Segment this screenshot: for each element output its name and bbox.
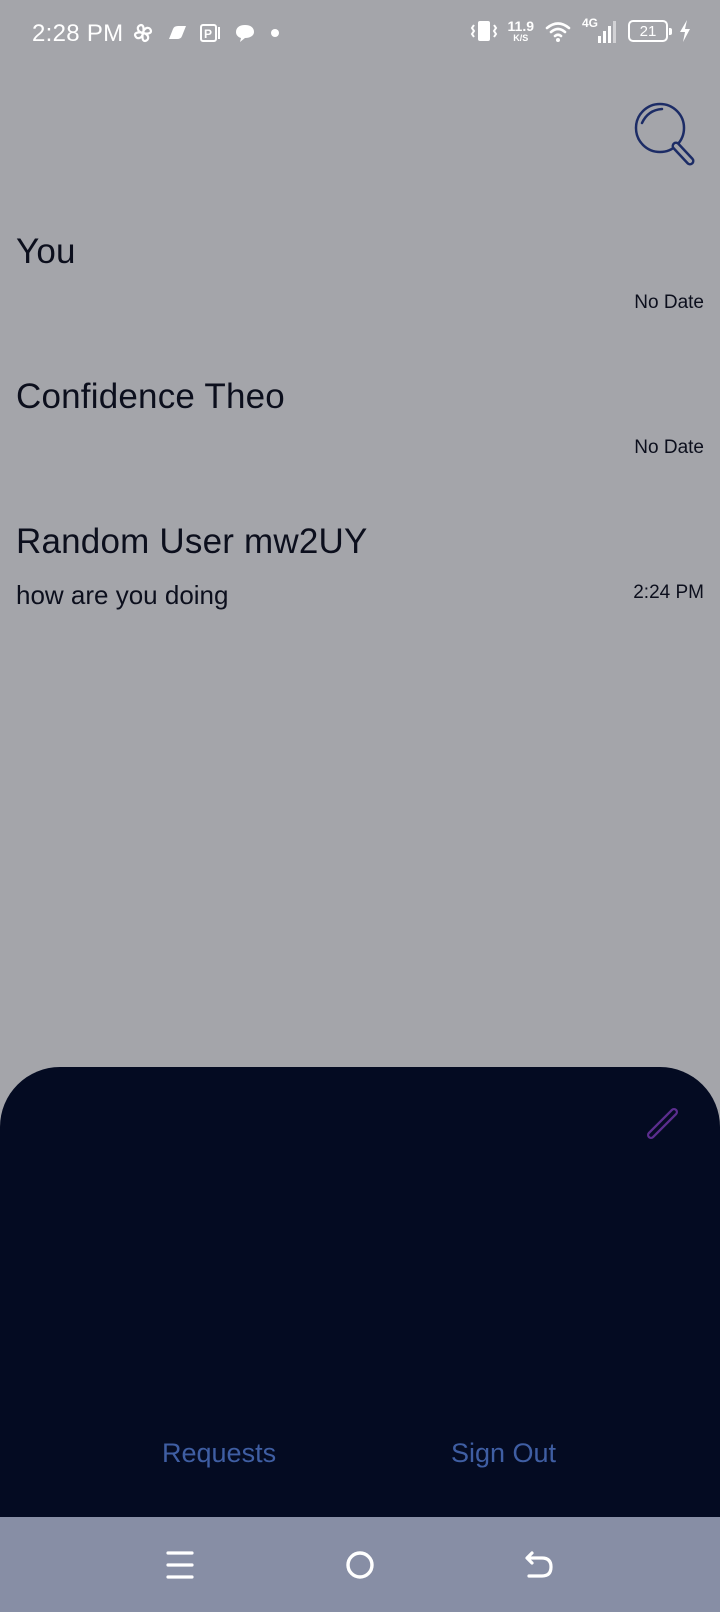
bottom-sheet bbox=[0, 1067, 720, 1517]
chat-date: 2:24 PM bbox=[633, 582, 704, 603]
battery-level: 21 bbox=[639, 22, 657, 40]
recents-button[interactable] bbox=[160, 1545, 200, 1585]
network-speed: 11.9 K/S bbox=[508, 19, 534, 43]
cellular-signal: 4G bbox=[582, 16, 618, 44]
notification-icons: P bbox=[132, 22, 282, 44]
chat-date: No Date bbox=[634, 437, 704, 458]
battery-indicator: 21 bbox=[628, 20, 672, 42]
chat-item-random-user[interactable]: Random User mw2UY how are you doing 2:24… bbox=[0, 522, 720, 662]
pencil-icon bbox=[647, 1108, 678, 1139]
requests-button[interactable]: Requests bbox=[162, 1438, 276, 1469]
chat-name: Confidence Theo bbox=[16, 377, 285, 416]
p-app-icon: P bbox=[200, 24, 220, 42]
chat-item-you[interactable]: You No Date bbox=[0, 232, 720, 372]
chat-preview: how are you doing bbox=[16, 580, 229, 610]
menu-icon bbox=[166, 1551, 194, 1579]
home-button[interactable] bbox=[340, 1545, 380, 1585]
chat-name: You bbox=[16, 232, 76, 271]
system-nav-bar bbox=[0, 1517, 720, 1612]
chat-item-confidence-theo[interactable]: Confidence Theo No Date bbox=[0, 377, 720, 517]
chat-name: Random User mw2UY bbox=[16, 522, 368, 561]
signal-icon bbox=[598, 21, 616, 43]
speed-value: 11.9 bbox=[507, 18, 534, 34]
compose-button[interactable] bbox=[644, 1102, 684, 1142]
screen: 2:28 PM P 11.9 K/S 4G 21 You No Date Con… bbox=[0, 0, 720, 1612]
sign-out-button[interactable]: Sign Out bbox=[451, 1438, 556, 1469]
cloud-icon bbox=[169, 26, 186, 39]
search-icon bbox=[634, 102, 695, 166]
vibrate-icon bbox=[470, 21, 497, 41]
svg-text:P: P bbox=[204, 27, 212, 41]
speed-unit: K/S bbox=[513, 33, 529, 43]
back-icon bbox=[525, 1551, 553, 1578]
back-button[interactable] bbox=[520, 1545, 560, 1585]
wifi-icon bbox=[545, 22, 571, 42]
home-icon bbox=[346, 1551, 374, 1579]
status-right: 11.9 K/S 4G 21 bbox=[470, 16, 692, 44]
pinwheel-icon bbox=[133, 23, 153, 43]
search-button[interactable] bbox=[630, 100, 698, 170]
dot-icon bbox=[271, 29, 279, 37]
status-time: 2:28 PM bbox=[32, 20, 124, 47]
status-bar: 2:28 PM P 11.9 K/S 4G 21 bbox=[0, 0, 720, 72]
chat-bubble-icon bbox=[236, 25, 254, 42]
charging-icon bbox=[680, 20, 690, 42]
chat-date: No Date bbox=[634, 292, 704, 313]
